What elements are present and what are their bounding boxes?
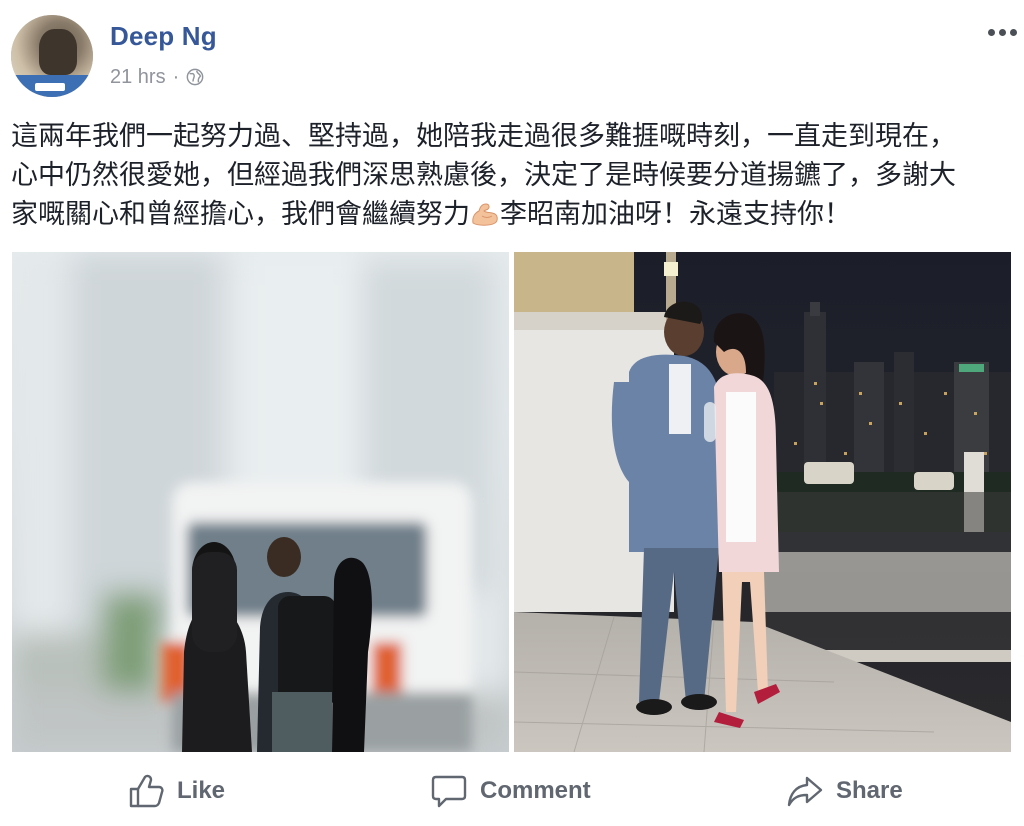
like-label: Like (177, 777, 226, 804)
post-action-bar: Like Comment Share (0, 760, 1024, 822)
comment-label: Comment (480, 777, 591, 804)
post-text-line: 家嘅關心和曾經擔心，我們會繼續努力 李昭南加油呀！永遠支持你！ (11, 195, 1016, 234)
comment-button[interactable]: Comment (430, 770, 591, 812)
author-name[interactable]: Deep Ng (110, 21, 217, 52)
post-time[interactable]: 21 hrs (110, 66, 166, 89)
post-photo-right[interactable] (514, 252, 1011, 752)
share-label: Share (836, 777, 903, 804)
post-text-segment: 家嘅關心和曾經擔心，我們會繼續努力 (11, 199, 470, 230)
facebook-post: Deep Ng 21 hrs · 這兩年我們一起努力過、堅持過，她陪我走過很多難… (0, 0, 1024, 826)
more-options-icon[interactable] (982, 20, 1022, 44)
share-arrow-icon (787, 776, 823, 807)
author-avatar[interactable] (11, 15, 93, 97)
meta-separator: · (172, 65, 180, 88)
like-button[interactable]: Like (127, 770, 225, 812)
share-button[interactable]: Share (786, 770, 903, 812)
thumbs-up-icon (129, 774, 164, 808)
post-text-line: 心中仍然很愛她，但經過我們深思熟慮後，決定了是時候要分道揚鑣了，多謝大 (11, 160, 956, 191)
post-photo-left[interactable] (12, 252, 509, 752)
post-text: 這兩年我們一起努力過、堅持過，她陪我走過很多難捱嘅時刻，一直走到現在， 心中仍然… (11, 117, 1016, 234)
post-meta: 21 hrs · (110, 64, 204, 90)
flexed-biceps-icon (472, 203, 498, 226)
globe-icon[interactable] (186, 68, 204, 86)
comment-icon (431, 775, 467, 808)
photo-couple-with-guitars (12, 252, 509, 752)
post-text-segment: 李昭南加油呀！永遠支持你！ (500, 199, 851, 230)
photo-couple-rooftop (514, 252, 1011, 752)
post-text-line: 這兩年我們一起努力過、堅持過，她陪我走過很多難捱嘅時刻，一直走到現在， (11, 121, 956, 152)
